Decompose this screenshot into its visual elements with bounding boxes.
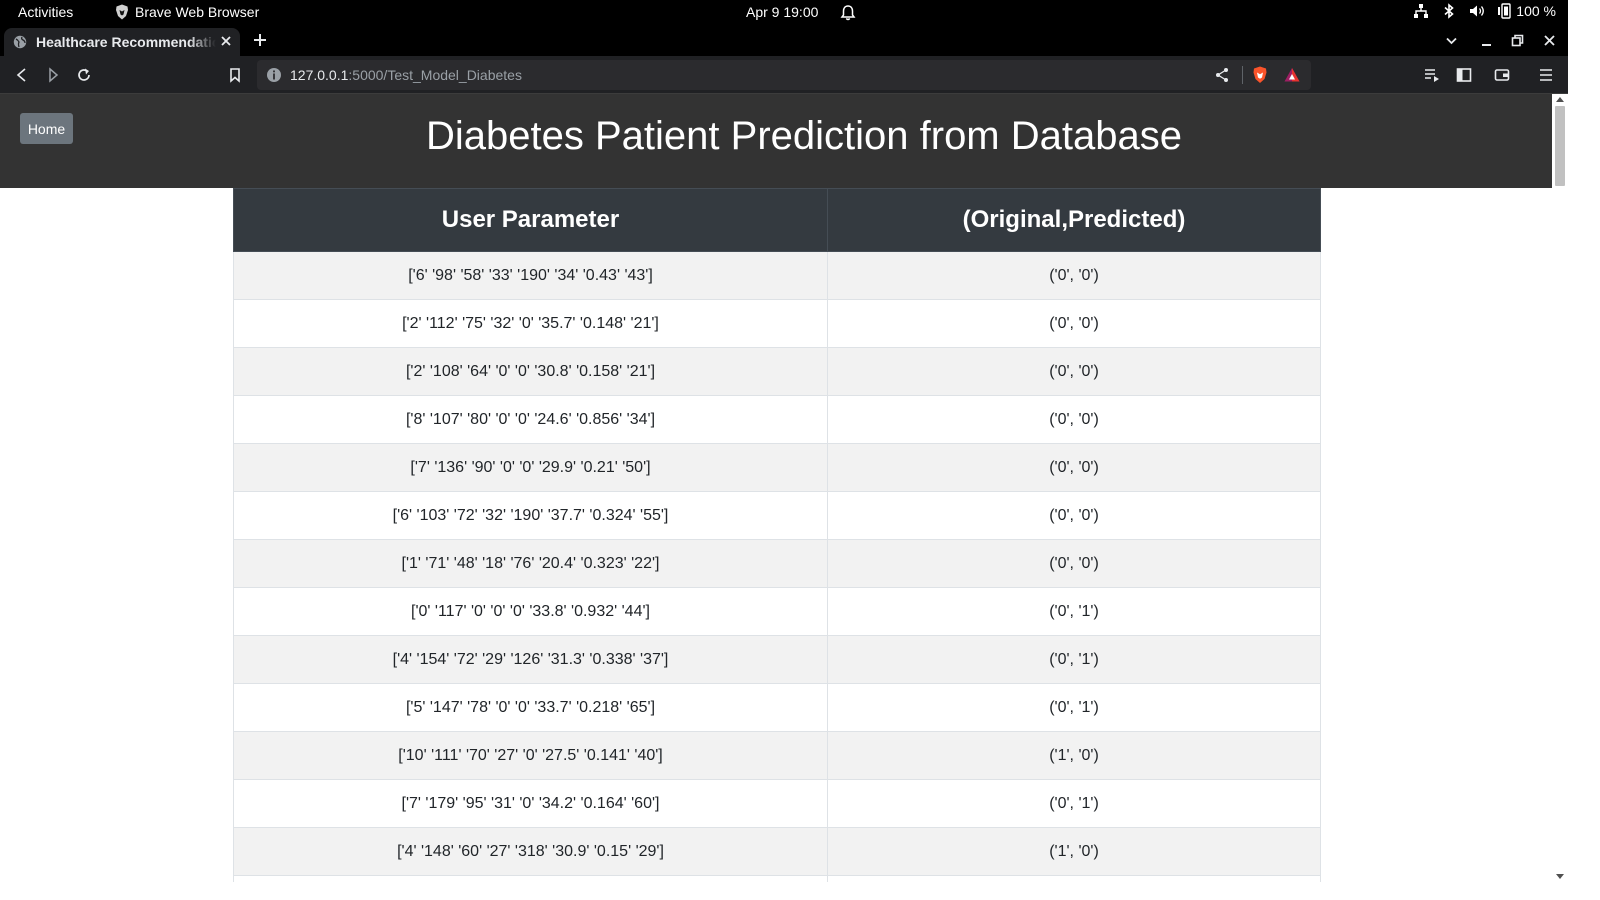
- user-parameter-cell: ['6' '103' '72' '32' '190' '37.7' '0.324…: [233, 491, 828, 540]
- original-predicted-cell: ('0', '1'): [827, 683, 1321, 732]
- original-predicted-cell: ('1', '0'): [827, 827, 1321, 876]
- new-tab-icon[interactable]: [253, 33, 267, 47]
- original-predicted-cell: ('0', '1'): [827, 587, 1321, 636]
- table-row: ['4' '148' '60' '27' '318' '30.9' '0.15'…: [233, 827, 1321, 876]
- table-row: ['7' '179' '95' '31' '0' '34.2' '0.164' …: [233, 779, 1321, 828]
- omnibox-separator: [1242, 66, 1243, 84]
- forward-icon[interactable]: [45, 67, 61, 83]
- url-host: 127.0.0.1: [290, 67, 349, 83]
- table-row-partial: [233, 875, 1321, 882]
- user-parameter-cell: ['7' '179' '95' '31' '0' '34.2' '0.164' …: [233, 779, 828, 828]
- brave-rewards-icon[interactable]: [1284, 67, 1300, 83]
- brave-lion-icon: [116, 4, 128, 20]
- user-parameter-cell: ['7' '136' '90' '0' '0' '29.9' '0.21' '5…: [233, 443, 828, 492]
- original-predicted-cell: ('0', '1'): [827, 779, 1321, 828]
- user-parameter-cell: ['8' '107' '80' '0' '0' '24.6' '0.856' '…: [233, 395, 828, 444]
- url-text[interactable]: 127.0.0.1:5000/Test_Model_Diabetes: [290, 67, 522, 83]
- user-parameter-cell: ['10' '111' '70' '27' '0' '27.5' '0.141'…: [233, 731, 828, 780]
- page-title: Diabetes Patient Prediction from Databas…: [426, 114, 1182, 158]
- bluetooth-icon: [1444, 3, 1455, 19]
- notification-bell-icon: [840, 5, 856, 21]
- original-predicted-cell: ('1', '0'): [827, 731, 1321, 780]
- minimize-icon[interactable]: [1480, 34, 1493, 47]
- prediction-table: User Parameter (Original,Predicted) ['6'…: [233, 188, 1321, 882]
- original-predicted-cell: ('0', '0'): [827, 395, 1321, 444]
- page-viewport: Home Diabetes Patient Prediction from Da…: [0, 94, 1552, 882]
- scroll-down-arrow[interactable]: [1556, 874, 1564, 879]
- sidebar-icon[interactable]: [1456, 67, 1472, 83]
- original-predicted-cell: ('0', '1'): [827, 635, 1321, 684]
- volume-icon: [1470, 5, 1485, 17]
- user-parameter-cell: ['2' '112' '75' '32' '0' '35.7' '0.148' …: [233, 299, 828, 348]
- table-header-row: User Parameter (Original,Predicted): [233, 188, 1321, 252]
- activities-button[interactable]: Activities: [18, 4, 73, 20]
- table-row: ['2' '112' '75' '32' '0' '35.7' '0.148' …: [233, 299, 1321, 348]
- header-original-predicted: (Original,Predicted): [827, 188, 1321, 252]
- page-header: Home Diabetes Patient Prediction from Da…: [0, 94, 1552, 188]
- app-name-label: Brave Web Browser: [135, 4, 260, 20]
- tab-title: Healthcare Recommendation System: [36, 34, 216, 50]
- tab-search-chevron-icon[interactable]: [1445, 34, 1458, 47]
- user-parameter-cell: ['5' '147' '78' '0' '0' '33.7' '0.218' '…: [233, 683, 828, 732]
- playlist-icon[interactable]: [1424, 67, 1440, 83]
- user-parameter-cell: ['4' '148' '60' '27' '318' '30.9' '0.15'…: [233, 827, 828, 876]
- scroll-up-arrow[interactable]: [1556, 97, 1564, 102]
- original-predicted-cell: [827, 875, 1321, 882]
- close-tab-icon[interactable]: [220, 35, 232, 47]
- close-window-icon[interactable]: [1543, 34, 1556, 47]
- address-bar[interactable]: 127.0.0.1:5000/Test_Model_Diabetes: [257, 60, 1311, 90]
- battery-icon: [1498, 3, 1511, 19]
- menu-icon[interactable]: [1538, 67, 1554, 83]
- table-row: ['5' '147' '78' '0' '0' '33.7' '0.218' '…: [233, 683, 1321, 732]
- table-row: ['1' '71' '48' '18' '76' '20.4' '0.323' …: [233, 539, 1321, 588]
- table-row: ['8' '107' '80' '0' '0' '24.6' '0.856' '…: [233, 395, 1321, 444]
- user-parameter-cell: ['6' '98' '58' '33' '190' '34' '0.43' '4…: [233, 251, 828, 300]
- table-row: ['7' '136' '90' '0' '0' '29.9' '0.21' '5…: [233, 443, 1321, 492]
- original-predicted-cell: ('0', '0'): [827, 443, 1321, 492]
- network-icon: [1414, 4, 1429, 18]
- scrollbar-thumb[interactable]: [1555, 106, 1565, 186]
- site-info-icon[interactable]: [266, 67, 282, 83]
- user-parameter-cell: ['1' '71' '48' '18' '76' '20.4' '0.323' …: [233, 539, 828, 588]
- table-row: ['6' '98' '58' '33' '190' '34' '0.43' '4…: [233, 251, 1321, 300]
- tab-healthcare[interactable]: Healthcare Recommendation System: [4, 28, 240, 56]
- restore-icon[interactable]: [1511, 34, 1524, 47]
- app-menu[interactable]: Brave Web Browser: [115, 4, 259, 20]
- wallet-icon[interactable]: [1494, 67, 1510, 83]
- original-predicted-cell: ('0', '0'): [827, 251, 1321, 300]
- original-predicted-cell: ('0', '0'): [827, 299, 1321, 348]
- battery-indicator: 100 %: [1497, 3, 1556, 19]
- table-row: ['4' '154' '72' '29' '126' '31.3' '0.338…: [233, 635, 1321, 684]
- table-row: ['2' '108' '64' '0' '0' '30.8' '0.158' '…: [233, 347, 1321, 396]
- system-tray[interactable]: 100 %: [1413, 3, 1556, 19]
- original-predicted-cell: ('0', '0'): [827, 539, 1321, 588]
- user-parameter-cell: [233, 875, 828, 882]
- reload-icon[interactable]: [76, 67, 92, 83]
- globe-icon: [13, 35, 27, 49]
- table-row: ['6' '103' '72' '32' '190' '37.7' '0.324…: [233, 491, 1321, 540]
- user-parameter-cell: ['4' '154' '72' '29' '126' '31.3' '0.338…: [233, 635, 828, 684]
- clock[interactable]: Apr 9 19:00: [746, 4, 818, 20]
- user-parameter-cell: ['2' '108' '64' '0' '0' '30.8' '0.158' '…: [233, 347, 828, 396]
- original-predicted-cell: ('0', '0'): [827, 347, 1321, 396]
- battery-percentage: 100 %: [1516, 3, 1556, 19]
- url-path: :5000/Test_Model_Diabetes: [348, 67, 522, 83]
- system-top-bar: Activities Brave Web Browser Apr 9 19:00: [0, 0, 1568, 26]
- page-scrollbar[interactable]: [1552, 94, 1568, 882]
- brave-shields-icon[interactable]: [1252, 66, 1268, 84]
- back-icon[interactable]: [14, 67, 30, 83]
- share-icon[interactable]: [1214, 67, 1230, 83]
- browser-toolbar: 127.0.0.1:5000/Test_Model_Diabetes: [0, 56, 1568, 94]
- original-predicted-cell: ('0', '0'): [827, 491, 1321, 540]
- table-row: ['10' '111' '70' '27' '0' '27.5' '0.141'…: [233, 731, 1321, 780]
- user-parameter-cell: ['0' '117' '0' '0' '0' '33.8' '0.932' '4…: [233, 587, 828, 636]
- table-row: ['0' '117' '0' '0' '0' '33.8' '0.932' '4…: [233, 587, 1321, 636]
- tab-strip: Healthcare Recommendation System: [0, 26, 1568, 56]
- header-user-parameter: User Parameter: [233, 188, 828, 252]
- bookmark-icon[interactable]: [227, 67, 243, 83]
